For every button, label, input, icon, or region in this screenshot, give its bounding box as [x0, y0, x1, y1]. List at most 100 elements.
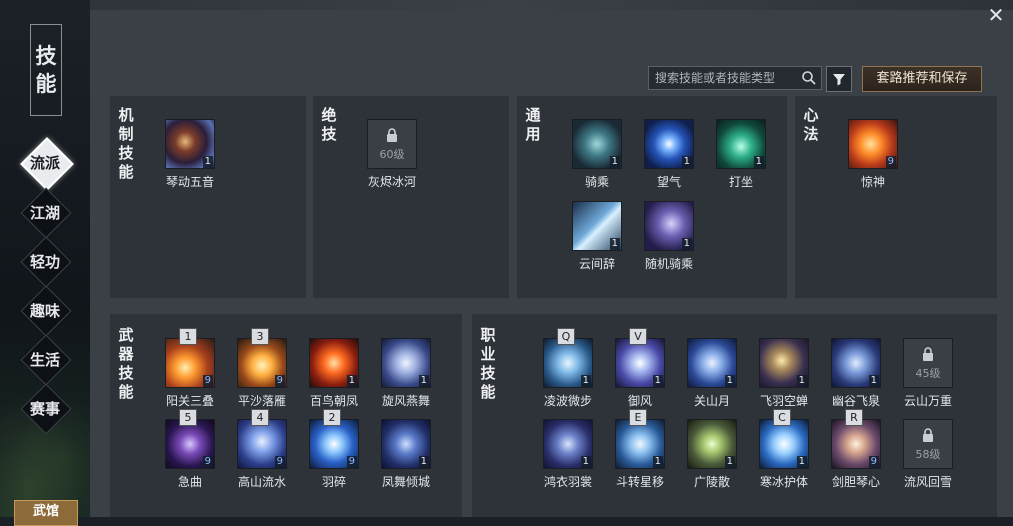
filter-icon[interactable]: [826, 66, 852, 92]
skill-yangguansandie[interactable]: 1 9 阳关三叠: [158, 328, 222, 409]
skill-huijinbinghe[interactable]: 60级 灰烬冰河: [360, 119, 424, 190]
skill-name: 急曲: [177, 475, 202, 489]
skill-name: 斗转星移: [615, 475, 664, 489]
skill-name: 御风: [627, 394, 652, 408]
skill-name: 流风回雪: [903, 475, 952, 489]
skill-name: 琴动五音: [165, 175, 214, 189]
skill-guanshanyue[interactable]: 1 关山月: [680, 338, 744, 409]
hotkey-badge: 4: [251, 409, 269, 426]
phoenix-icon: 9: [848, 119, 898, 169]
skill-name: 随机骑乘: [644, 257, 693, 271]
skill-name: 广陵散: [693, 475, 730, 489]
search-icon[interactable]: [801, 70, 817, 86]
skill-yunjianci[interactable]: 1 云间辞: [565, 201, 629, 272]
skill-wangqi[interactable]: 1 望气: [637, 119, 701, 190]
skill-yusui[interactable]: 2 9 羽碎: [302, 409, 366, 490]
skill-pingshaluoyan[interactable]: 3 9 平沙落雁: [230, 328, 294, 409]
panel-label-weapon: 武器技能: [118, 326, 134, 401]
panel-label-ultimate: 绝技: [321, 106, 337, 143]
nav-item-jianghu[interactable]: 江湖: [20, 187, 72, 239]
title-char: 能: [35, 72, 57, 96]
skill-name: 云山万重: [903, 394, 952, 408]
skill-jiqu[interactable]: 5 9 急曲: [158, 409, 222, 490]
skill-xuanfengyanwu[interactable]: 1 旋风燕舞: [374, 338, 438, 409]
skill-hanbinghuti[interactable]: C 1 寒冰护体: [752, 409, 816, 490]
hotkey-badge: 5: [179, 409, 197, 426]
title-char: 技: [35, 44, 57, 68]
nav-item-quwei[interactable]: 趣味: [20, 285, 72, 337]
hotkey-badge: V: [629, 328, 647, 345]
skill-douzhuanxingyi[interactable]: E 1 斗转星移: [608, 409, 672, 490]
skill-icon: 1: [543, 338, 593, 388]
hotkey-badge: R: [845, 409, 863, 426]
nav-item-qinggong[interactable]: 轻功: [20, 236, 72, 288]
skill-suijiqicheng[interactable]: 1 随机骑乘: [637, 201, 701, 272]
skill-icon: 1: [687, 419, 737, 469]
window-title: 技 能: [30, 24, 62, 116]
skill-name: 骑乘: [584, 175, 609, 189]
panel-label-mind: 心法: [803, 106, 819, 143]
lock-icon: [387, 128, 397, 142]
skill-icon: 1: [309, 338, 359, 388]
skill-qindongwuyin[interactable]: 1 琴动五音: [158, 119, 222, 190]
skill-hongyiyushang[interactable]: 1 鸿衣羽裳: [536, 419, 600, 490]
close-icon[interactable]: ✕: [985, 4, 1007, 26]
skill-name: 剑胆琴心: [831, 475, 880, 489]
skill-bainiaochaofeng[interactable]: 1 百鸟朝凤: [302, 338, 366, 409]
panel-label-mechanism: 机制技能: [118, 106, 134, 181]
nav-item-saishi[interactable]: 赛事: [20, 383, 72, 435]
skill-yunshanwanzhong[interactable]: 45级 云山万重: [896, 338, 960, 409]
skill-guanglingsan[interactable]: 1 广陵散: [680, 419, 744, 490]
recommend-save-button[interactable]: 套路推荐和保存: [862, 66, 982, 92]
skill-jingshen[interactable]: 9 惊神: [841, 119, 905, 190]
skill-icon: 1: [543, 419, 593, 469]
skill-icon: 1: [759, 419, 809, 469]
nav-label: 趣味: [29, 301, 60, 320]
skill-name: 打坐: [728, 175, 753, 189]
hotkey-badge: 2: [323, 409, 341, 426]
top-strip: [0, 0, 1013, 10]
skill-lingboweibu[interactable]: Q 1 凌波微步: [536, 328, 600, 409]
skill-name: 凤舞倾城: [381, 475, 430, 489]
hotkey-badge: 1: [179, 328, 197, 345]
skill-gaoshanliushui[interactable]: 4 9 高山流水: [230, 409, 294, 490]
hotkey-badge: 3: [251, 328, 269, 345]
lock-icon: [923, 428, 933, 442]
skill-dazuo[interactable]: 1 打坐: [709, 119, 773, 190]
skill-yougufeiquan[interactable]: 1 幽谷飞泉: [824, 338, 888, 409]
skill-icon: 1: [759, 338, 809, 388]
skill-jiandanqinxin[interactable]: R 9 剑胆琴心: [824, 409, 888, 490]
skill-icon: 9: [165, 338, 215, 388]
skill-icon: 1: [687, 338, 737, 388]
nav-label: 轻功: [29, 252, 60, 271]
nav-item-shenghuo[interactable]: 生活: [20, 334, 72, 386]
skill-name: 旋风燕舞: [381, 394, 430, 408]
skill-icon: 9: [165, 419, 215, 469]
nav-item-liupai[interactable]: 流派: [20, 137, 74, 191]
skill-liufenghuixue[interactable]: 58级 流风回雪: [896, 419, 960, 490]
skill-fengwuqingcheng[interactable]: 1 凤舞倾城: [374, 419, 438, 490]
skill-yufeng[interactable]: V 1 御风: [608, 328, 672, 409]
skill-icon: 9: [237, 338, 287, 388]
locked-skill-icon: 60级: [367, 119, 417, 169]
skill-name: 灰烬冰河: [367, 175, 416, 189]
skill-icon: 9: [237, 419, 287, 469]
skill-qicheng[interactable]: 1 骑乘: [565, 119, 629, 190]
nav-item-wuguan[interactable]: 武馆: [14, 500, 78, 526]
skill-name: 惊神: [860, 175, 885, 189]
skill-name: 羽碎: [321, 475, 346, 489]
panel-label-common: 通用: [525, 106, 541, 143]
hotkey-badge: E: [629, 409, 647, 426]
random-horse-icon: 1: [644, 201, 694, 251]
panel-label-profession: 职业技能: [480, 326, 496, 401]
skill-feiyukongchan[interactable]: 1 飞羽空蝉: [752, 338, 816, 409]
skill-name: 幽谷飞泉: [831, 394, 880, 408]
skill-icon: 1: [381, 419, 431, 469]
search-input[interactable]: [649, 68, 795, 88]
qin-icon: 1: [165, 119, 215, 169]
nav-label: 江湖: [29, 203, 60, 222]
nav-label: 赛事: [29, 399, 60, 418]
left-nav: 技 能 流派 江湖 轻功 趣味 生活 赛事 武馆: [0, 0, 90, 526]
skill-name: 飞羽空蝉: [759, 394, 808, 408]
cloud-icon: 1: [572, 201, 622, 251]
